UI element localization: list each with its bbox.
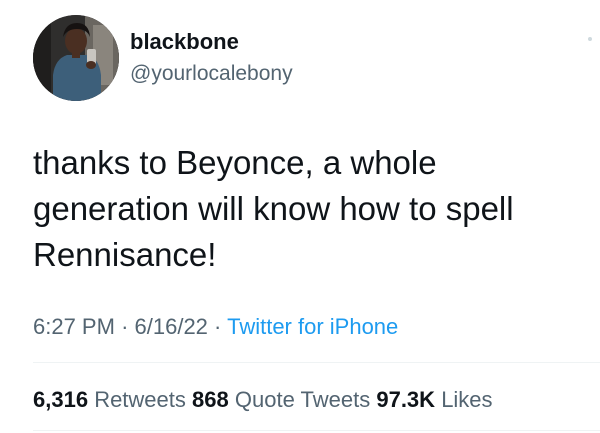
tweet-stats: 6,316 Retweets 868 Quote Tweets 97.3K Li… (33, 387, 493, 413)
tweet-card: blackbone @yourlocalebony thanks to Beyo… (0, 0, 600, 433)
retweets-stat[interactable]: 6,316 Retweets (33, 387, 186, 412)
quotes-stat[interactable]: 868 Quote Tweets (192, 387, 370, 412)
tweet-text-line: thanks to Beyonce, a whole (33, 144, 437, 181)
meta-separator: · (214, 314, 222, 339)
display-name[interactable]: blackbone (130, 29, 239, 55)
tweet-source-link[interactable]: Twitter for iPhone (227, 314, 398, 339)
likes-label: Likes (441, 387, 493, 412)
retweets-label: Retweets (94, 387, 186, 412)
divider (33, 430, 600, 431)
retweets-count: 6,316 (33, 387, 89, 412)
quotes-label: Quote Tweets (234, 387, 371, 412)
likes-count: 97.3K (376, 387, 436, 412)
likes-stat[interactable]: 97.3K Likes (376, 387, 492, 412)
user-handle[interactable]: @yourlocalebony (130, 62, 293, 86)
meta-separator: · (121, 314, 129, 339)
avatar[interactable] (33, 15, 119, 101)
more-dot-icon[interactable] (588, 37, 592, 41)
avatar-photo (33, 15, 119, 101)
tweet-text-line: Rennisance! (33, 236, 217, 273)
quotes-count: 868 (192, 387, 229, 412)
divider (33, 362, 600, 363)
tweet-time[interactable]: 6:27 PM (33, 314, 115, 339)
tweet-date[interactable]: 6/16/22 (135, 314, 208, 339)
tweet-meta: 6:27 PM · 6/16/22 · Twitter for iPhone (33, 314, 398, 340)
tweet-text-line: generation will know how to spell (33, 190, 514, 227)
tweet-text: thanks to Beyonce, a whole generation wi… (33, 140, 573, 278)
